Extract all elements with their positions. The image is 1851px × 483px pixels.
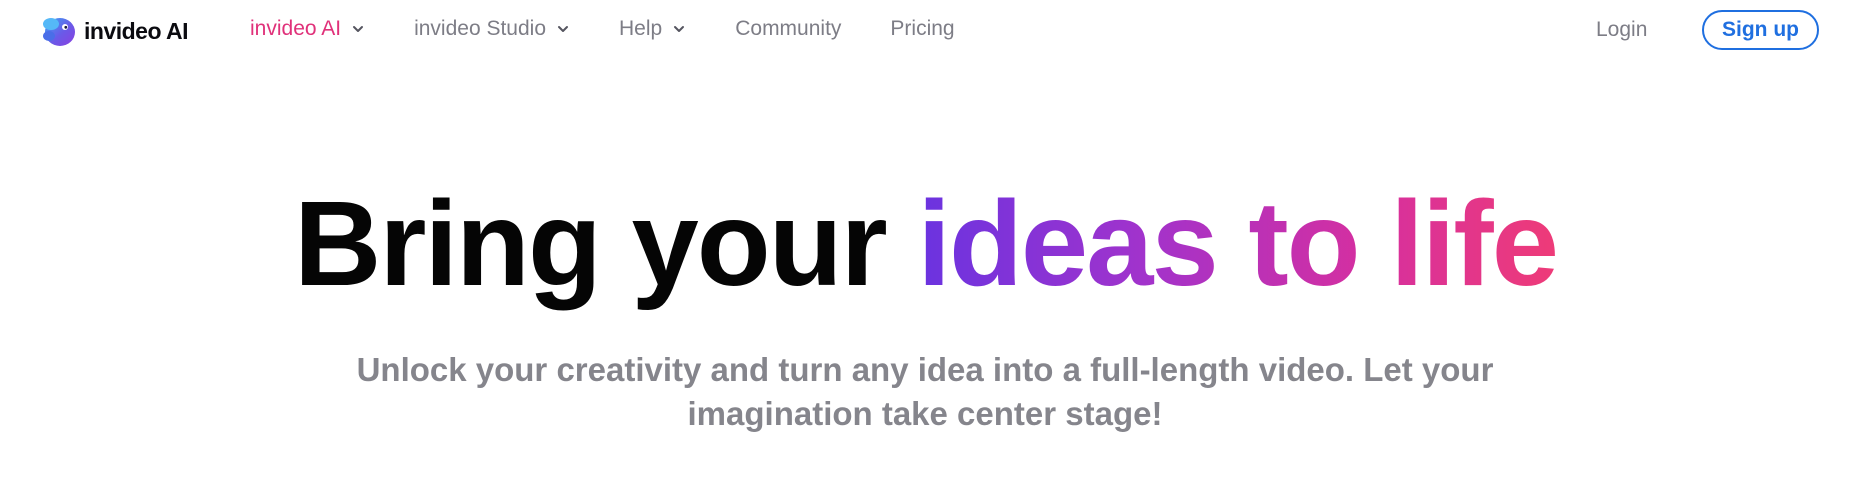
chevron-down-icon [558, 26, 569, 32]
nav-item-invideo-studio[interactable]: invideo Studio [414, 17, 570, 41]
hero-title: Bring your ideas to life [0, 178, 1851, 308]
hero-subtitle-line: imagination take center stage! [687, 395, 1163, 432]
nav-item-label: Pricing [890, 17, 955, 40]
nav-item-help[interactable]: Help [619, 17, 686, 41]
chevron-down-icon [353, 26, 364, 32]
page: invideo AI invideo AI invideo Studio Hel… [0, 0, 1851, 483]
hero-subtitle: Unlock your creativity and turn any idea… [325, 348, 1525, 436]
nav-item-invideo-ai[interactable]: invideo AI [250, 17, 365, 41]
nav-item-label: Help [619, 17, 663, 40]
login-link[interactable]: Login [1596, 18, 1647, 42]
chevron-down-icon [674, 26, 685, 32]
nav-item-label: invideo AI [250, 17, 342, 40]
hero-title-highlight: ideas to life [917, 175, 1559, 311]
nav-item-pricing[interactable]: Pricing [890, 17, 954, 41]
signup-button[interactable]: Sign up [1702, 10, 1819, 50]
nav-item-community[interactable]: Community [735, 17, 841, 41]
invideo-logo-icon [42, 14, 76, 48]
brand-logo-link[interactable]: invideo AI [42, 10, 189, 52]
hero-title-plain: Bring your [293, 175, 888, 311]
hero-subtitle-line: Unlock your creativity and turn any idea… [356, 351, 1494, 388]
nav-item-label: Community [735, 17, 842, 40]
top-nav: invideo AI invideo AI invideo Studio Hel… [0, 0, 1851, 62]
brand-name: invideo AI [84, 17, 189, 44]
main-menu: invideo AI invideo Studio Help Community [250, 17, 1004, 41]
nav-item-label: invideo Studio [414, 17, 547, 40]
